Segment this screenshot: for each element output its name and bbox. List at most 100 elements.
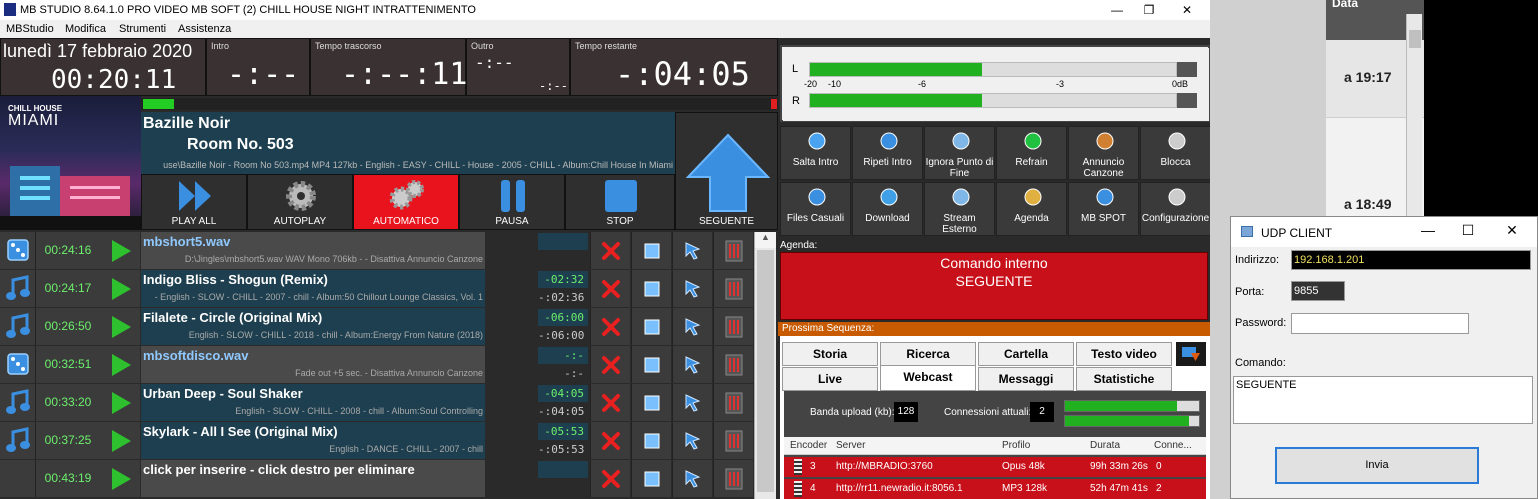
download-button[interactable]: Download [852, 182, 923, 236]
menu-mbstudio[interactable]: MBStudio [6, 23, 54, 35]
song-progress-bar[interactable] [141, 98, 778, 110]
salta-intro-button[interactable]: Salta Intro [780, 126, 851, 180]
cursor-icon[interactable] [672, 460, 712, 497]
tab-testo-video[interactable]: Testo video [1076, 342, 1172, 366]
delete-icon[interactable] [590, 232, 630, 269]
agenda-button[interactable]: Agenda [996, 182, 1067, 236]
background-tab-label[interactable]: Data [1332, 0, 1358, 10]
cursor-icon[interactable] [672, 384, 712, 421]
mb-spot-button[interactable]: MB SPOT [1068, 182, 1139, 236]
playlist-row[interactable]: 00:43:19 click per inserire - click dest… [0, 460, 753, 498]
stop-after-icon[interactable] [631, 346, 671, 383]
cursor-icon[interactable] [672, 346, 712, 383]
row-info[interactable]: Indigo Bliss - Shogun (Remix) - English … [141, 270, 485, 307]
row-info[interactable]: Urban Deep - Soul Shaker English - SLOW … [141, 384, 485, 421]
export-button[interactable] [1176, 342, 1206, 366]
port-input[interactable]: 9855 [1291, 281, 1345, 301]
stop-after-icon[interactable] [631, 308, 671, 345]
tab-storia[interactable]: Storia [782, 342, 878, 366]
playlist-row[interactable]: 00:33:20 Urban Deep - Soul Shaker Englis… [0, 384, 753, 422]
mixer-icon[interactable] [713, 460, 753, 497]
playlist-row[interactable]: 00:32:51 mbsoftdisco.wav Fade out +5 sec… [0, 346, 753, 397]
pausa-button[interactable]: PAUSA [459, 174, 565, 230]
playlist-row[interactable]: 00:26:50 Filalete - Circle (Original Mix… [0, 308, 753, 346]
configurazione-button[interactable]: Configurazione [1140, 182, 1210, 236]
playlist-row[interactable]: 00:37:25 Skylark - All I See (Original M… [0, 422, 753, 460]
delete-icon[interactable] [590, 384, 630, 421]
udp-minimize-button[interactable]: — [1413, 222, 1443, 238]
delete-icon[interactable] [590, 460, 630, 497]
row-info[interactable]: mbshort5.wav D:\Jingles\mbshort5.wav WAV… [141, 232, 485, 269]
row-info[interactable]: click per inserire - click destro per el… [141, 460, 485, 497]
mixer-icon[interactable] [713, 346, 753, 383]
password-input[interactable] [1291, 313, 1469, 334]
title-bar[interactable]: MB STUDIO 8.64.1.0 PRO VIDEO MB SOFT (2)… [0, 0, 1210, 20]
mixer-icon[interactable] [713, 422, 753, 459]
stop-after-icon[interactable] [631, 384, 671, 421]
play-icon[interactable] [100, 308, 140, 345]
stop-button[interactable]: STOP [565, 174, 675, 230]
webcast-row[interactable]: 4 http://rr11.newradio.it:8056.1 MP3 128… [784, 479, 1206, 499]
close-button[interactable]: ✕ [1164, 0, 1210, 20]
udp-title-bar[interactable]: UDP CLIENT — ☐ ✕ [1231, 217, 1537, 247]
col-connessioni[interactable]: Conne... [1154, 440, 1192, 451]
agenda-box[interactable]: Comando interno SEGUENTE [780, 252, 1208, 320]
tab-statistiche[interactable]: Statistiche [1076, 367, 1172, 391]
automatico-button[interactable]: AUTOMATICO [353, 174, 459, 230]
col-durata[interactable]: Durata [1090, 440, 1120, 451]
playlist-row[interactable]: 00:24:16 mbshort5.wav D:\Jingles\mbshort… [0, 232, 753, 270]
stop-after-icon[interactable] [631, 460, 671, 497]
tab-live[interactable]: Live [782, 367, 878, 391]
seguente-button[interactable]: SEGUENTE [675, 112, 778, 230]
row-info[interactable]: Skylark - All I See (Original Mix) Engli… [141, 422, 485, 459]
row-info[interactable]: Filalete - Circle (Original Mix) English… [141, 308, 485, 345]
col-encoder[interactable]: Encoder [790, 440, 827, 451]
blocca-button[interactable]: Blocca [1140, 126, 1210, 180]
col-profilo[interactable]: Profilo [1002, 440, 1030, 451]
annuncio-canzone-button[interactable]: Annuncio Canzone [1068, 126, 1139, 180]
row-info[interactable]: mbsoftdisco.wav Fade out +5 sec. - Disat… [141, 346, 485, 383]
delete-icon[interactable] [590, 422, 630, 459]
play-icon[interactable] [100, 384, 140, 421]
playlist-row[interactable]: 00:24:17 Indigo Bliss - Shogun (Remix) -… [0, 270, 753, 308]
send-button[interactable]: Invia [1275, 447, 1479, 484]
refrain-button[interactable]: Refrain [996, 126, 1067, 180]
webcast-row[interactable]: 3 http://MBRADIO:3760 Opus 48k 99h 33m 2… [784, 457, 1206, 477]
col-server[interactable]: Server [836, 440, 865, 451]
background-scroll-thumb[interactable] [1409, 30, 1421, 48]
address-input[interactable]: 192.168.1.201 [1291, 250, 1531, 270]
play-icon[interactable] [100, 346, 140, 383]
menu-modifica[interactable]: Modifica [65, 23, 106, 35]
ignora-fine-button[interactable]: Ignora Punto di Fine [924, 126, 995, 180]
stop-after-icon[interactable] [631, 422, 671, 459]
command-input[interactable]: SEGUENTE [1233, 376, 1533, 424]
stop-after-icon[interactable] [631, 270, 671, 307]
cursor-icon[interactable] [672, 308, 712, 345]
playlist-scroll-thumb[interactable] [757, 250, 774, 492]
play-icon[interactable] [100, 232, 140, 269]
ripeti-intro-button[interactable]: Ripeti Intro [852, 126, 923, 180]
menu-strumenti[interactable]: Strumenti [119, 23, 166, 35]
cursor-icon[interactable] [672, 422, 712, 459]
tab-ricerca[interactable]: Ricerca [880, 342, 976, 366]
autoplay-button[interactable]: AUTOPLAY [247, 174, 353, 230]
udp-maximize-button[interactable]: ☐ [1453, 222, 1483, 239]
stop-after-icon[interactable] [631, 232, 671, 269]
menu-assistenza[interactable]: Assistenza [178, 23, 231, 35]
mixer-icon[interactable] [713, 270, 753, 307]
play-icon[interactable] [100, 270, 140, 307]
stream-esterno-button[interactable]: Stream Esterno [924, 182, 995, 236]
delete-icon[interactable] [590, 270, 630, 307]
tab-webcast[interactable]: Webcast [880, 365, 976, 391]
tab-messaggi[interactable]: Messaggi [978, 367, 1074, 391]
play-all-button[interactable]: PLAY ALL [141, 174, 247, 230]
cursor-icon[interactable] [672, 232, 712, 269]
tab-cartella[interactable]: Cartella [978, 342, 1074, 366]
cursor-icon[interactable] [672, 270, 712, 307]
playlist-scroll-up[interactable]: ▲ [755, 232, 776, 248]
play-icon[interactable] [100, 422, 140, 459]
delete-icon[interactable] [590, 308, 630, 345]
files-casuali-button[interactable]: Files Casuali [780, 182, 851, 236]
delete-icon[interactable] [590, 346, 630, 383]
udp-close-button[interactable]: ✕ [1497, 222, 1527, 239]
